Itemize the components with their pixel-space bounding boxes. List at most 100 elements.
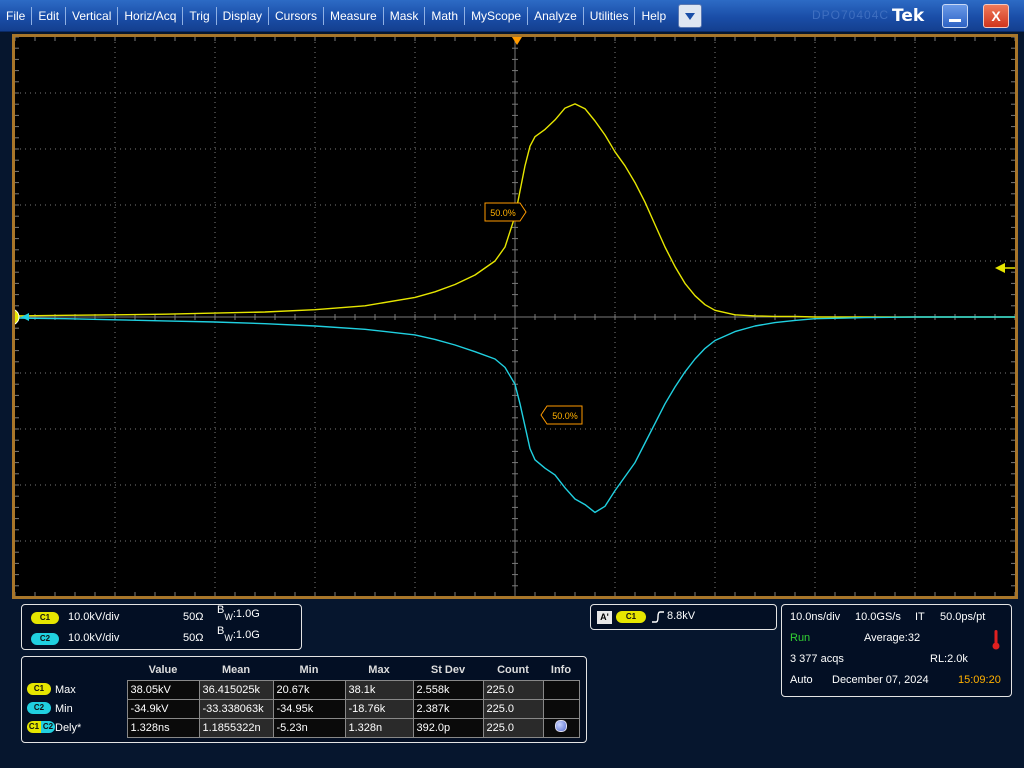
run-status[interactable]: Run <box>790 632 810 644</box>
meas-row1-stdev: 2.558k <box>412 679 484 700</box>
meas-row2-mean: -33.338063k <box>198 698 274 719</box>
menu-horiz-acq[interactable]: Horiz/Acq <box>118 7 184 25</box>
menu-cursors[interactable]: Cursors <box>269 7 325 25</box>
ch2-ref-level-label: 50.0% <box>540 405 583 425</box>
menu-vertical[interactable]: Vertical <box>66 7 119 25</box>
meas-row3-badge-a: C1 <box>27 721 41 733</box>
ch2-bw-sub: W <box>224 633 233 643</box>
header-min: Min <box>299 664 319 677</box>
tek-logo: Tek <box>892 6 925 26</box>
waveform-display[interactable]: 1 50.0% 50.0% <box>12 34 1018 599</box>
meas-row3-count: 225.0 <box>482 717 544 738</box>
header-value: Value <box>148 664 178 677</box>
measurement-row-delay[interactable]: C1 C2 Dely* 1.328ns 1.1855322n -5.23n 1.3… <box>26 717 580 738</box>
meas-row2-min: -34.95k <box>272 698 346 719</box>
acquisition-panel[interactable]: 10.0ns/div 10.0GS/s IT 50.0ps/pt Run Ave… <box>781 604 1012 697</box>
menu-trig[interactable]: Trig <box>183 7 217 25</box>
meas-row2-max: -18.76k <box>344 698 414 719</box>
meas-row1-badge: C1 <box>27 683 51 695</box>
trigger-panel[interactable]: A' C1 8.8kV <box>590 604 777 630</box>
ch1-ref-level-text: 50.0% <box>490 208 516 218</box>
meas-row3-badge: C1 C2 <box>27 721 55 733</box>
meas-row3-info[interactable] <box>542 717 580 738</box>
waveform-graticule[interactable]: 1 50.0% 50.0% <box>15 37 1015 596</box>
sample-rate: 10.0GS/s <box>855 611 901 623</box>
menu-edit[interactable]: Edit <box>32 7 67 25</box>
ch2-badge[interactable]: C2 <box>31 633 59 645</box>
average-count: Average:32 <box>864 632 921 644</box>
meas-row1-min: 20.67k <box>272 679 346 700</box>
menu-analyze[interactable]: Analyze <box>528 7 584 25</box>
trigger-level-arrow[interactable] <box>995 263 1015 273</box>
ch2-bandwidth: BW:1.0G <box>217 625 260 643</box>
meas-row1-value: 38.05kV <box>126 679 200 700</box>
meas-row2-name: Min <box>55 702 73 715</box>
meas-row2-badge: C2 <box>27 702 51 714</box>
trigger-mode-badge: A' <box>597 611 612 624</box>
ch1-badge[interactable]: C1 <box>31 612 59 624</box>
acq-date: December 07, 2024 <box>832 674 929 686</box>
meas-row2-stdev: 2.387k <box>412 698 484 719</box>
ch1-impedance: 50Ω <box>183 611 204 623</box>
timebase: 10.0ns/div <box>790 611 841 623</box>
menu-display[interactable]: Display <box>217 7 269 25</box>
header-count: Count <box>497 664 529 677</box>
triangle-down-icon <box>685 13 695 20</box>
close-icon: X <box>991 8 1001 24</box>
ch2-bw-value: :1.0G <box>232 629 260 641</box>
meas-row2-count: 225.0 <box>482 698 544 719</box>
menu-myscope[interactable]: MyScope <box>465 7 529 25</box>
trigger-level: 8.8kV <box>667 610 696 622</box>
trigger-position-marker[interactable] <box>512 37 522 45</box>
ch2-scale: 10.0kV/div <box>68 632 120 644</box>
menu-help[interactable]: Help <box>635 7 672 25</box>
ch1-ground-marker[interactable]: 1 <box>15 309 29 325</box>
meas-row3-max: 1.328n <box>344 717 414 738</box>
minimize-button[interactable] <box>942 4 968 28</box>
trigger-mode: Auto <box>790 674 813 686</box>
meas-row3-name: Dely* <box>55 721 82 734</box>
header-info: Info <box>550 664 572 677</box>
rising-edge-icon <box>652 611 664 623</box>
measurements-panel[interactable]: Value Mean Min Max St Dev Count Info C1 … <box>21 656 587 743</box>
model-watermark: DPO70404C <box>812 8 890 22</box>
resolution: 50.0ps/pt <box>940 611 986 623</box>
measurements-table: Value Mean Min Max St Dev Count Info C1 … <box>26 661 580 738</box>
ch1-bandwidth: BW:1.0G <box>217 604 260 622</box>
minimize-icon <box>949 19 961 22</box>
menu-utilities[interactable]: Utilities <box>584 7 636 25</box>
meas-row3-value: 1.328ns <box>126 717 200 738</box>
measurement-row-max[interactable]: C1 Max 38.05kV 36.415025k 20.67k 38.1k 2… <box>26 679 580 700</box>
header-stdev: St Dev <box>430 664 466 677</box>
channel-settings-panel: C1 10.0kV/div 50Ω BW:1.0G C2 10.0kV/div … <box>21 604 302 650</box>
info-icon[interactable] <box>555 720 567 732</box>
meas-row1-info <box>542 679 580 700</box>
measurements-header-row: Value Mean Min Max St Dev Count Info <box>26 661 579 680</box>
meas-row1-mean: 36.415025k <box>198 679 274 700</box>
ch1-scale: 10.0kV/div <box>68 611 120 623</box>
meas-row2-info <box>542 698 580 719</box>
menu-bar: File Edit Vertical Horiz/Acq Trig Displa… <box>0 0 1024 32</box>
close-button[interactable]: X <box>983 4 1009 28</box>
record-length: RL:2.0k <box>930 653 968 665</box>
ch1-ref-level-label: 50.0% <box>484 202 527 222</box>
menu-file[interactable]: File <box>0 7 33 25</box>
menu-mask[interactable]: Mask <box>384 7 426 25</box>
menu-dropdown-button[interactable] <box>678 4 702 28</box>
menu-math[interactable]: Math <box>425 7 466 25</box>
acquisition-count: 3 377 acqs <box>790 653 844 665</box>
meas-row3-stdev: 392.0p <box>412 717 484 738</box>
measurement-row-min[interactable]: C2 Min -34.9kV -33.338063k -34.95k -18.7… <box>26 698 580 719</box>
ch2-ref-level-text: 50.0% <box>552 411 578 421</box>
meas-row1-max: 38.1k <box>344 679 414 700</box>
ch2-impedance: 50Ω <box>183 632 204 644</box>
header-max: Max <box>368 664 390 677</box>
header-mean: Mean <box>221 664 251 677</box>
ch1-bw-sub: W <box>224 612 233 622</box>
meas-row1-count: 225.0 <box>482 679 544 700</box>
ch1-bw-value: :1.0G <box>232 608 260 620</box>
menu-items: File Edit Vertical Horiz/Acq Trig Displa… <box>0 0 672 32</box>
menu-measure[interactable]: Measure <box>324 7 384 25</box>
meas-row1-name: Max <box>55 683 76 696</box>
acq-mode: IT <box>915 611 925 623</box>
